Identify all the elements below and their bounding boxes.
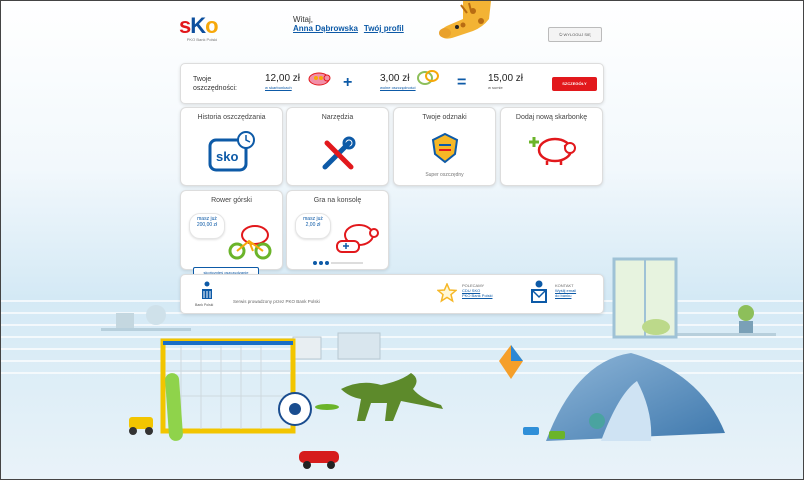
piggy-amount: 12,00 zł xyxy=(265,73,301,84)
plus-sign: + xyxy=(343,74,353,91)
progress-dot xyxy=(325,261,329,265)
badge-caption: Super oszczędny xyxy=(425,172,464,178)
sko-clock-icon: sko xyxy=(208,131,255,172)
greeting-block: Witaj, Anna Dąbrowska Twój profil xyxy=(293,15,410,33)
free-caption-link[interactable]: wolne oszczędności xyxy=(380,85,416,90)
goal-amount-bubble: masz już 2,00 zł xyxy=(295,213,331,239)
tile-savings-history[interactable]: Historia oszczędzania sko xyxy=(180,107,283,186)
tile-title: Twoje odznaki xyxy=(422,114,467,121)
free-savings: 3,00 zł wolne oszczędności xyxy=(380,73,416,90)
goal-console-game[interactable]: Gra na konsolę masz już 2,00 zł xyxy=(286,190,389,270)
free-amount: 3,00 zł xyxy=(380,73,410,84)
progress-dot xyxy=(313,261,317,265)
piggy-caption-link[interactable]: w skarbonkach xyxy=(265,85,300,90)
profile-link[interactable]: Twój profil xyxy=(364,24,404,33)
star-icon xyxy=(437,283,457,303)
piggy-bank-icon xyxy=(308,72,331,86)
recommended-link-pko[interactable]: PKO Bank Polski xyxy=(462,293,492,298)
footer-bar: Bank Polski Serwis prowadzony przez PKO … xyxy=(180,274,604,314)
giraffe-illustration xyxy=(439,1,491,39)
logout-button[interactable]: ⏻ WYLOGUJ SIĘ xyxy=(548,27,602,42)
equals-sign: = xyxy=(457,74,467,91)
gamepad-piggy-icon xyxy=(336,224,379,253)
bubble-amount: 2,00 zł xyxy=(305,222,321,228)
service-info: Serwis prowadzony przez PKO Bank Polski xyxy=(233,299,320,304)
coins-icon xyxy=(417,70,439,85)
recommended-block: POLECAMY CDU SKO PKO Bank Polski xyxy=(462,283,492,298)
add-piggy-icon xyxy=(529,137,576,165)
goal-title: Gra na konsolę xyxy=(313,197,362,204)
savings-label-line1: Twoje xyxy=(193,76,212,83)
app-window: sKo PKO Bank Polski Witaj, Anna Dąbrowsk… xyxy=(0,0,804,480)
bike-piggy-icon xyxy=(228,225,272,260)
tile-badges[interactable]: Twoje odznaki Super oszczędny xyxy=(393,107,496,186)
goal-progress xyxy=(313,261,363,265)
progress-track xyxy=(331,262,363,264)
user-name-link[interactable]: Anna Dąbrowska xyxy=(293,24,358,33)
tile-tools[interactable]: Narzędzia xyxy=(286,107,389,186)
sko-logo[interactable]: sKo PKO Bank Polski xyxy=(179,13,225,42)
badge-icon xyxy=(431,132,459,164)
tile-add-piggybank[interactable]: Dodaj nową skarbonkę xyxy=(500,107,603,186)
tools-icon xyxy=(322,136,356,170)
tile-title: Dodaj nową skarbonkę xyxy=(515,114,588,121)
total-savings: 15,00 zł w sumie xyxy=(488,73,523,90)
logout-label: WYLOGUJ SIĘ xyxy=(563,32,591,37)
tile-title: Historia oszczędzania xyxy=(197,114,266,121)
savings-label: Twoje oszczędności: xyxy=(193,75,237,93)
tile-title: Narzędzia xyxy=(321,114,354,121)
contact-mail-icon xyxy=(531,280,547,303)
savings-summary: Twoje oszczędności: 12,00 zł w skarbonka… xyxy=(180,63,604,104)
goal-title: Rower górski xyxy=(211,197,252,204)
total-amount: 15,00 zł xyxy=(488,73,524,84)
greeting-text: Witaj, xyxy=(293,15,313,24)
goal-amount-bubble: masz już 200,00 zł xyxy=(189,213,225,239)
total-caption: w sumie xyxy=(488,85,503,90)
bank-label: Bank Polski xyxy=(195,303,214,307)
contact-bank-link[interactable]: do banku xyxy=(555,293,576,298)
goal-mountain-bike[interactable]: Rower górski masz już 200,00 zł skończył… xyxy=(180,190,283,279)
contact-block: KONTAKT Wyślij email do banku xyxy=(555,283,576,298)
svg-text:sko: sko xyxy=(216,149,238,164)
details-button[interactable]: SZCZEGÓŁY xyxy=(552,77,597,91)
bubble-amount: 200,00 zł xyxy=(196,222,218,228)
progress-dot xyxy=(319,261,323,265)
pko-bank-logo-icon[interactable] xyxy=(200,281,214,301)
piggy-savings: 12,00 zł w skarbonkach xyxy=(265,73,300,90)
savings-label-line2: oszczędności: xyxy=(193,85,237,92)
sko-logo-mark: sKo xyxy=(179,13,219,38)
